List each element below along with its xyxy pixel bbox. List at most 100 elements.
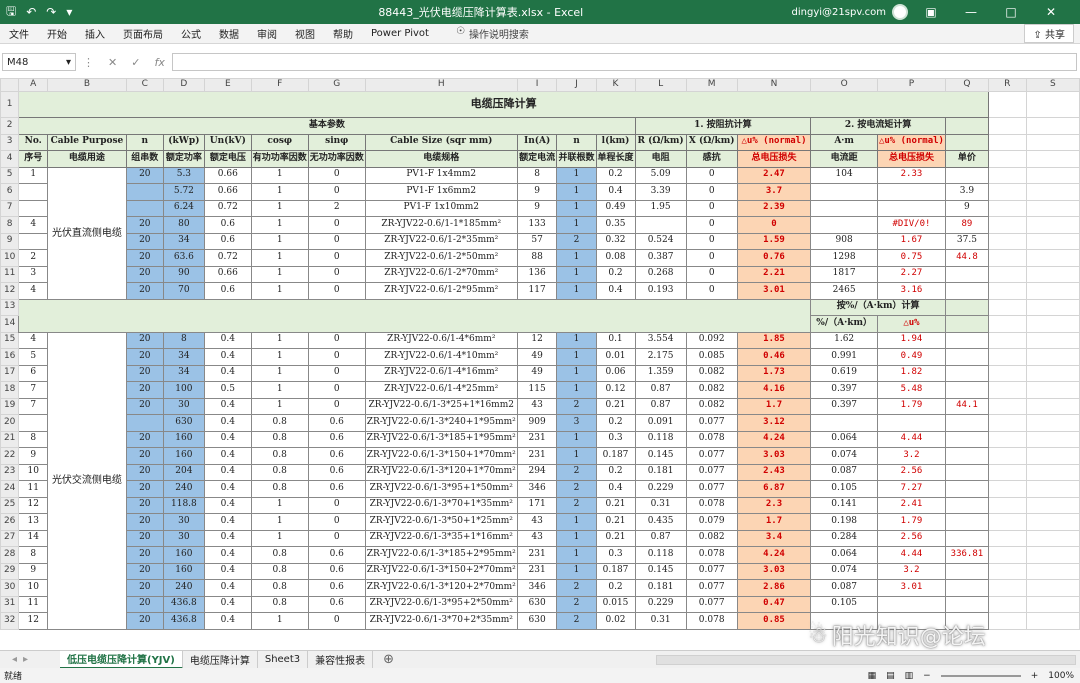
- cell[interactable]: 0.6: [203, 232, 252, 250]
- ribbon-display-icon[interactable]: ▣: [914, 5, 948, 19]
- cell[interactable]: [987, 249, 1027, 267]
- cell[interactable]: 0.4: [203, 546, 252, 564]
- cell[interactable]: 0.082: [685, 381, 738, 399]
- cell[interactable]: 20: [125, 513, 164, 531]
- cell[interactable]: 0.077: [685, 595, 738, 613]
- cell[interactable]: 57: [516, 232, 558, 250]
- zoom-in-icon[interactable]: +: [1031, 671, 1039, 681]
- cell[interactable]: 0.193: [634, 282, 687, 300]
- cell[interactable]: 231: [516, 546, 558, 564]
- cell[interactable]: [987, 315, 1027, 333]
- cell[interactable]: 0.4: [203, 480, 252, 498]
- cell[interactable]: 20: [125, 529, 164, 547]
- cell[interactable]: 1817: [810, 265, 878, 283]
- cell[interactable]: 20: [125, 331, 164, 349]
- cell[interactable]: 1: [250, 397, 309, 415]
- header-cell[interactable]: 总电压损失: [876, 150, 946, 168]
- cell[interactable]: [944, 480, 989, 498]
- cell[interactable]: 0.4: [203, 513, 252, 531]
- avatar[interactable]: [892, 4, 908, 20]
- cell[interactable]: 0.4: [203, 463, 252, 481]
- cell[interactable]: 37.5: [944, 232, 989, 250]
- cell[interactable]: 1: [556, 183, 597, 201]
- row-header[interactable]: 1: [0, 91, 20, 118]
- cell[interactable]: 44.1: [944, 397, 989, 415]
- cell[interactable]: 0.87: [634, 397, 687, 415]
- cell[interactable]: [1025, 480, 1080, 498]
- cell[interactable]: 0.991: [810, 348, 878, 366]
- header-cell[interactable]: Cable Purpose: [47, 133, 127, 151]
- cell[interactable]: 30: [162, 397, 205, 415]
- column-header[interactable]: F: [250, 78, 309, 92]
- cell[interactable]: 0.087: [810, 463, 878, 481]
- cell[interactable]: 1: [18, 166, 49, 184]
- cell[interactable]: [810, 183, 878, 201]
- cell[interactable]: 0.077: [685, 447, 738, 465]
- cell[interactable]: 2.39: [736, 199, 812, 217]
- cell[interactable]: 0.5: [203, 381, 252, 399]
- header-cell[interactable]: 单程长度: [595, 150, 636, 168]
- cell[interactable]: 0.284: [810, 529, 878, 547]
- cell[interactable]: 20: [125, 612, 164, 630]
- cell[interactable]: 0.21: [595, 397, 636, 415]
- cell[interactable]: 336.81: [944, 546, 989, 564]
- cell[interactable]: 1: [250, 496, 309, 514]
- header-cell[interactable]: 组串数: [125, 150, 164, 168]
- cell[interactable]: 0.077: [685, 480, 738, 498]
- tab-view[interactable]: 视图: [286, 26, 324, 41]
- cell[interactable]: #DIV/0!: [876, 216, 946, 234]
- header-cell[interactable]: 感抗: [685, 150, 738, 168]
- cell[interactable]: [987, 117, 1027, 135]
- cell[interactable]: 3.12: [736, 414, 812, 432]
- cell[interactable]: 34: [162, 232, 205, 250]
- cell[interactable]: [1025, 447, 1080, 465]
- column-header[interactable]: R: [987, 78, 1027, 92]
- cell[interactable]: 1: [556, 513, 597, 531]
- cell[interactable]: 3.39: [634, 183, 687, 201]
- cell[interactable]: [944, 331, 989, 349]
- cell[interactable]: 240: [162, 480, 205, 498]
- header-cell[interactable]: △u% (normal): [876, 133, 946, 151]
- header-cell[interactable]: n: [125, 133, 164, 151]
- cell[interactable]: 0.077: [685, 463, 738, 481]
- cell[interactable]: 0.2: [595, 414, 636, 432]
- cell[interactable]: 0.6: [307, 562, 366, 580]
- cell[interactable]: 0.2: [595, 166, 636, 184]
- cell[interactable]: 0.105: [810, 480, 878, 498]
- sheet-tab-cable[interactable]: 电缆压降计算: [183, 650, 258, 669]
- cell[interactable]: 0.074: [810, 447, 878, 465]
- header-cell[interactable]: 并联根数: [556, 150, 597, 168]
- cell[interactable]: [944, 117, 989, 135]
- row-header[interactable]: 23: [0, 463, 20, 481]
- cell[interactable]: 0.4: [203, 595, 252, 613]
- cell[interactable]: 0.181: [634, 579, 687, 597]
- cell[interactable]: [1025, 463, 1080, 481]
- cell[interactable]: 0: [685, 232, 738, 250]
- cell[interactable]: PV1-F 1x10mm2: [364, 199, 518, 217]
- cell[interactable]: 1.95: [634, 199, 687, 217]
- cell[interactable]: [987, 298, 1027, 316]
- cell[interactable]: 0.078: [685, 546, 738, 564]
- cell[interactable]: 2: [556, 232, 597, 250]
- cell[interactable]: 1: [250, 612, 309, 630]
- cell[interactable]: 0.08: [595, 249, 636, 267]
- cell[interactable]: 2: [556, 579, 597, 597]
- cell[interactable]: [810, 216, 878, 234]
- cell[interactable]: 0: [307, 496, 366, 514]
- zoom-slider[interactable]: [940, 674, 1021, 677]
- section-impedance[interactable]: 1. 按阻抗计算: [634, 117, 812, 135]
- cell[interactable]: 0.85: [736, 612, 812, 630]
- cell[interactable]: ZR-YJV22-0.6/1-2*35mm²: [364, 232, 518, 250]
- cell[interactable]: 0.8: [250, 463, 309, 481]
- row-header[interactable]: 3: [0, 133, 20, 151]
- cell[interactable]: 0.72: [203, 249, 252, 267]
- cell[interactable]: [1025, 364, 1080, 382]
- cell[interactable]: 0: [685, 265, 738, 283]
- cell[interactable]: 1: [556, 249, 597, 267]
- cell[interactable]: 0.4: [595, 183, 636, 201]
- add-sheet-icon[interactable]: ⊕: [373, 652, 404, 667]
- row-header[interactable]: 30: [0, 579, 20, 597]
- cell[interactable]: 0.078: [685, 612, 738, 630]
- cell[interactable]: [987, 463, 1027, 481]
- sheet-tab-compat[interactable]: 兼容性报表: [308, 650, 374, 669]
